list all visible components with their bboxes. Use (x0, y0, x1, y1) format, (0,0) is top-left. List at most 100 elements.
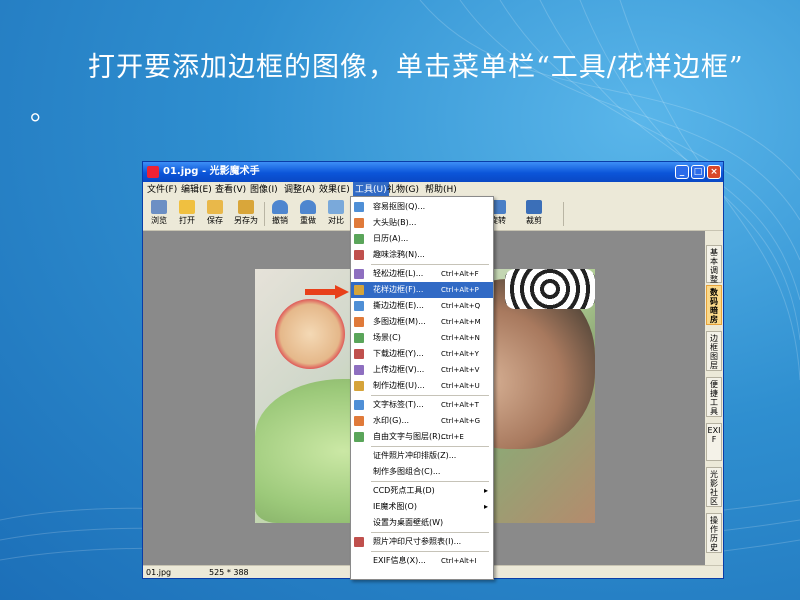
torn-frame-icon (354, 301, 364, 311)
maximize-button[interactable]: □ (691, 165, 705, 179)
menu-item-23[interactable]: 设置为桌面壁纸(W) (351, 515, 493, 531)
menu-item-shortcut: Ctrl+E (441, 433, 464, 441)
menu-item-shortcut: Ctrl+Alt+G (441, 417, 481, 425)
menu-item-19[interactable]: 制作多图组合(C)... (351, 464, 493, 480)
menu-edit[interactable]: 编辑(E) (181, 182, 212, 198)
menu-item-15[interactable]: 水印(G)... Ctrl+Alt+G (351, 413, 493, 429)
menu-item-shortcut: Ctrl+Alt+T (441, 401, 479, 409)
toolbar-save-button[interactable]: 保存 (202, 200, 228, 226)
menu-item-label: 设置为桌面壁纸(W) (373, 518, 444, 527)
print-size-icon (354, 537, 364, 547)
menu-item-16[interactable]: 自由文字与图层(R)... Ctrl+E (351, 429, 493, 445)
menu-item-6[interactable]: 花样边框(F)... Ctrl+Alt+P (351, 282, 493, 298)
menu-file[interactable]: 文件(F) (147, 182, 177, 198)
menu-item-label: 场景(C) (373, 333, 401, 342)
window-title: 01.jpg - 光影魔术手 (163, 166, 260, 177)
side-panel-tabs: 基本调整 数码暗房 边框图层 便捷工具 EXIF 光影社区 操作历史 (705, 231, 723, 565)
menu-item-label: 趣味涂鸦(N)... (373, 250, 425, 259)
tools-dropdown-menu: 容易抠图(Q)... 大头贴(B)... 日历(A)... 趣味涂鸦(N)... 轻松边… (350, 196, 494, 580)
menu-adjust[interactable]: 调整(A) (284, 182, 315, 198)
menu-item-27[interactable]: EXIF信息(X)... Ctrl+Alt+I (351, 553, 493, 569)
menu-item-label: 制作多图组合(C)... (373, 467, 441, 476)
toolbar-redo-button[interactable]: 重做 (295, 200, 321, 226)
tab-digital-darkroom[interactable]: 数码暗房 (706, 285, 722, 325)
tab-history[interactable]: 操作历史 (706, 513, 722, 553)
tab-basic-adjust[interactable]: 基本调整 (706, 245, 722, 284)
menu-view[interactable]: 查看(V) (215, 182, 246, 198)
menu-item-label: 日历(A)... (373, 234, 409, 243)
menu-item-21[interactable]: CCD死点工具(D) ▸ (351, 483, 493, 499)
menu-item-25[interactable]: 照片冲印尺寸参照表(I)... (351, 534, 493, 550)
watermark-icon (354, 416, 364, 426)
menu-item-9[interactable]: 场景(C) Ctrl+Alt+N (351, 330, 493, 346)
menu-item-12[interactable]: 制作边框(U)... Ctrl+Alt+U (351, 378, 493, 394)
save-icon (207, 200, 223, 214)
menu-item-label: 照片冲印尺寸参照表(I)... (373, 537, 462, 546)
close-button[interactable]: × (707, 165, 721, 179)
menu-item-shortcut: Ctrl+Alt+U (441, 382, 480, 390)
status-filename: 01.jpg (146, 568, 172, 577)
make-frame-icon (354, 381, 364, 391)
minimize-button[interactable]: _ (675, 165, 689, 179)
menu-item-label: 下载边框(Y)... (373, 349, 424, 358)
menu-separator (371, 551, 489, 552)
submenu-arrow-icon: ▸ (483, 502, 488, 511)
menu-item-shortcut: Ctrl+Alt+I (441, 557, 477, 565)
menu-item-18[interactable]: 证件照片冲印排版(Z)... (351, 448, 493, 464)
menu-item-label: 文字标签(T)... (373, 400, 424, 409)
redo-icon (300, 200, 316, 214)
instruction-caption: 打开要添加边框的图像，单击菜单栏“工具/花样边框” 。 (30, 52, 744, 127)
menu-item-shortcut: Ctrl+Alt+Q (441, 302, 481, 310)
menu-image[interactable]: 图像(I) (250, 182, 278, 198)
photo-sticker-icon (354, 218, 364, 228)
menu-separator (371, 446, 489, 447)
toolbar-separator (563, 202, 564, 226)
toolbar-open-button[interactable]: 打开 (174, 200, 200, 226)
menu-item-2[interactable]: 日历(A)... (351, 231, 493, 247)
menu-item-shortcut: Ctrl+Alt+M (441, 318, 481, 326)
menu-item-10[interactable]: 下载边框(Y)... Ctrl+Alt+Y (351, 346, 493, 362)
scene-icon (354, 333, 364, 343)
menu-separator (371, 532, 489, 533)
toolbar-compare-button[interactable]: 对比 (323, 200, 349, 226)
menu-item-label: 制作边框(U)... (373, 381, 425, 390)
menu-item-shortcut: Ctrl+Alt+P (441, 286, 479, 294)
tab-frame-layer[interactable]: 边框图层 (706, 331, 722, 371)
toolbar-undo-button[interactable]: 撤销 (267, 200, 293, 226)
title-bar: 01.jpg - 光影魔术手 _ □ × (143, 162, 723, 182)
tab-quick-tools[interactable]: 便捷工具 (706, 377, 722, 417)
app-logo-icon (147, 166, 159, 178)
menu-item-label: EXIF信息(X)... (373, 556, 426, 565)
menu-item-22[interactable]: IE魔术图(O) ▸ (351, 499, 493, 515)
toolbar-browse-button[interactable]: 浏览 (146, 200, 172, 226)
toolbar-crop-button[interactable]: 裁剪 (521, 200, 547, 226)
status-dimensions: 525 * 388 (209, 568, 249, 577)
pointer-arrow-icon (305, 285, 349, 299)
toolbar-save-as-button[interactable]: 另存为 (230, 200, 262, 226)
menu-item-label: 自由文字与图层(R)... (373, 432, 449, 441)
menu-item-5[interactable]: 轻松边框(L)... Ctrl+Alt+F (351, 266, 493, 282)
menu-item-14[interactable]: 文字标签(T)... Ctrl+Alt+T (351, 397, 493, 413)
submenu-arrow-icon: ▸ (483, 486, 488, 495)
menu-item-label: 撕边边框(E)... (373, 301, 424, 310)
text-label-icon (354, 400, 364, 410)
menu-item-0[interactable]: 容易抠图(Q)... (351, 199, 493, 215)
menu-item-shortcut: Ctrl+Alt+Y (441, 350, 479, 358)
tab-exif[interactable]: EXIF (706, 423, 722, 461)
menu-item-7[interactable]: 撕边边框(E)... Ctrl+Alt+Q (351, 298, 493, 314)
menu-item-label: 上传边框(V)... (373, 365, 425, 374)
menu-item-1[interactable]: 大头贴(B)... (351, 215, 493, 231)
upload-frame-icon (354, 365, 364, 375)
menu-item-8[interactable]: 多图边框(M)... Ctrl+Alt+M (351, 314, 493, 330)
menu-item-11[interactable]: 上传边框(V)... Ctrl+Alt+V (351, 362, 493, 378)
easy-frame-icon (354, 269, 364, 279)
compare-icon (328, 200, 344, 214)
menu-item-shortcut: Ctrl+Alt+N (441, 334, 480, 342)
menu-effects[interactable]: 效果(E) (319, 182, 350, 198)
tab-community[interactable]: 光影社区 (706, 467, 722, 507)
menu-item-label: 花样边框(F)... (373, 285, 424, 294)
undo-icon (272, 200, 288, 214)
save-as-icon (238, 200, 254, 214)
menu-item-3[interactable]: 趣味涂鸦(N)... (351, 247, 493, 263)
menu-item-label: 水印(G)... (373, 416, 410, 425)
